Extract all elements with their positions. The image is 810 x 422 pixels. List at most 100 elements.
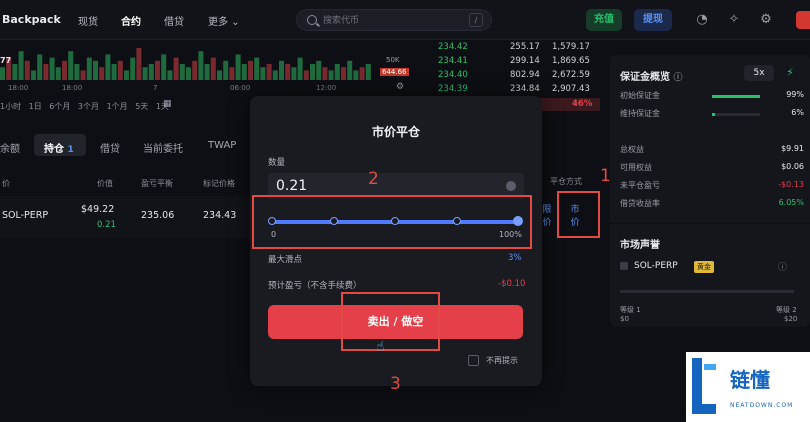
tab-positions[interactable]: 持仓 1 xyxy=(44,140,74,155)
bid-size: 299.14 xyxy=(510,56,540,66)
tab-twap[interactable]: TWAP xyxy=(208,140,236,151)
info-icon[interactable]: ⓘ xyxy=(673,73,682,83)
bid-price[interactable]: 234.40 xyxy=(438,68,468,82)
stat-row: 总权益 $9.91 xyxy=(620,144,804,158)
timeframe-1d[interactable]: 1日 xyxy=(29,102,42,111)
header-value: 价值 xyxy=(97,179,113,188)
search-bar[interactable]: / xyxy=(296,9,492,31)
volume-bar xyxy=(241,64,247,80)
volume-bar xyxy=(105,54,111,80)
position-symbol[interactable]: SOL-PERP xyxy=(2,210,48,221)
pie-chart-icon[interactable]: ◔ xyxy=(694,12,710,28)
stat-value: -$0.13 xyxy=(778,180,804,189)
header-price: 价 xyxy=(2,179,10,188)
volume-bar xyxy=(297,57,303,80)
hand-cursor-icon: ☝ xyxy=(376,339,385,355)
ask-ratio-value: 46% xyxy=(572,99,593,109)
stat-value: 6.05% xyxy=(778,198,804,207)
stat-label: 总权益 xyxy=(620,145,644,154)
annotation-label-3: 3 xyxy=(390,374,401,394)
nav-futures[interactable]: 合约 xyxy=(121,13,141,28)
lightning-icon[interactable]: ⚡ xyxy=(780,65,800,81)
reputation-title: 市场声誉 xyxy=(620,240,660,251)
search-icon xyxy=(307,15,317,25)
volume-bar xyxy=(254,57,260,80)
sparkle-icon[interactable]: ✧ xyxy=(726,12,742,28)
stat-value: $9.91 xyxy=(781,144,804,153)
volume-bar xyxy=(266,64,272,80)
bid-total: 2,672.59 xyxy=(552,70,590,80)
bid-total: 2,907.43 xyxy=(552,84,590,94)
bid-size: 802.94 xyxy=(510,70,540,80)
timeframe-6m[interactable]: 6个月 xyxy=(49,102,70,111)
volume-bar xyxy=(80,70,86,80)
timeframe-1h[interactable]: 1小时 xyxy=(0,102,21,111)
brand-logo[interactable]: Backpack xyxy=(2,13,61,26)
volume-bar xyxy=(130,57,136,80)
tab-positions-label: 持仓 xyxy=(44,144,64,155)
volume-bar xyxy=(31,70,36,80)
level-left-value: $0 xyxy=(620,315,629,323)
maint-margin-row: 维持保证金 6% xyxy=(620,108,804,122)
volume-bar xyxy=(124,70,129,80)
bid-price[interactable]: 234.42 xyxy=(438,40,468,54)
initial-margin-bar xyxy=(712,95,760,98)
stat-row: 未平仓盈亏 -$0.13 xyxy=(620,180,804,194)
stat-row: 借贷收益率 6.05% xyxy=(620,198,804,212)
nav-lending[interactable]: 借贷 xyxy=(164,13,184,28)
settings-icon[interactable]: ⚙ xyxy=(396,82,404,92)
volume-bar xyxy=(272,70,278,80)
watermark-en: NEATDOWN.COM xyxy=(730,402,794,409)
volume-bar xyxy=(43,64,49,80)
level-left-label: 等级 1 xyxy=(620,306,641,314)
timeframe-3m[interactable]: 3个月 xyxy=(78,102,99,111)
limit-close-button[interactable]: 限价 xyxy=(542,204,552,230)
volume-bar xyxy=(37,54,43,80)
nav-spot[interactable]: 现货 xyxy=(78,13,98,28)
bid-price[interactable]: 234.39 xyxy=(438,82,468,96)
annotation-box-3 xyxy=(341,292,440,351)
tier-progress-bar xyxy=(620,290,794,293)
position-count-badge: 1 xyxy=(67,145,74,155)
maint-margin-value: 6% xyxy=(791,108,804,117)
volume-bar xyxy=(198,51,204,80)
slippage-value[interactable]: 3% xyxy=(508,253,522,263)
volume-bar xyxy=(359,67,365,80)
volume-bar xyxy=(291,67,297,80)
time-label: 12:00 xyxy=(316,84,337,92)
chevron-down-icon: ⌄ xyxy=(231,17,240,28)
tab-lending[interactable]: 借贷 xyxy=(100,140,120,155)
volume-bar xyxy=(235,54,241,80)
dont-show-checkbox[interactable] xyxy=(468,355,479,366)
avatar[interactable] xyxy=(796,11,810,29)
bid-total: 1,579.17 xyxy=(552,42,590,52)
nav-more[interactable]: 更多 ⌄ xyxy=(208,13,240,28)
price-tag: 644.66 xyxy=(380,68,409,76)
volume-scale-label: 50K xyxy=(386,56,400,64)
timeframe-5d[interactable]: 5天 xyxy=(135,102,148,111)
chart-value-label: 77 xyxy=(0,56,12,65)
volume-bar xyxy=(155,60,160,80)
initial-margin-label: 初始保证金 xyxy=(620,91,660,100)
volume-bar xyxy=(49,57,55,80)
margin-title: 保证金概览 ⓘ xyxy=(620,68,683,83)
volume-bar xyxy=(186,67,191,80)
deposit-button[interactable]: 充值 xyxy=(586,9,622,31)
header-mark-price: 标记价格 xyxy=(203,179,235,188)
search-input[interactable] xyxy=(323,13,463,28)
timeframe-1m[interactable]: 1个月 xyxy=(107,102,128,111)
gear-icon[interactable]: ⚙ xyxy=(758,12,774,28)
reputation-symbol: SOL-PERP xyxy=(634,261,678,271)
withdraw-button[interactable]: 提现 xyxy=(634,9,672,31)
close-method-label: 平仓方式 xyxy=(550,177,582,186)
volume-bar xyxy=(117,60,123,80)
leverage-selector[interactable]: 5x xyxy=(744,65,774,81)
volume-bar xyxy=(303,70,309,80)
tab-balance[interactable]: 余额 xyxy=(0,140,20,155)
info-icon[interactable]: ⓘ xyxy=(778,260,787,273)
coin-switch-icon[interactable] xyxy=(506,181,516,191)
price-chart[interactable]: 77 18:00 18:00 7 06:00 12:00 50K 644.66 … xyxy=(0,40,420,98)
tab-open-orders[interactable]: 当前委托 xyxy=(143,140,183,155)
calendar-icon[interactable]: ▦ xyxy=(163,99,172,109)
bid-price[interactable]: 234.41 xyxy=(438,54,468,68)
